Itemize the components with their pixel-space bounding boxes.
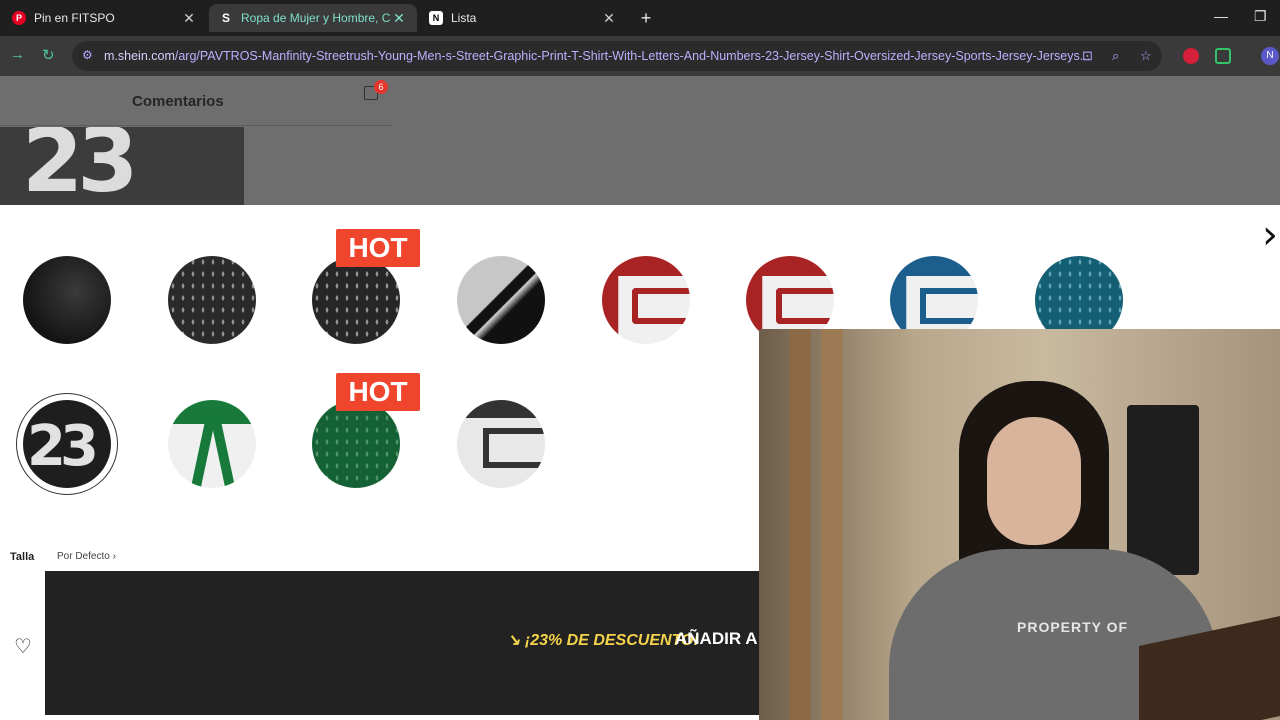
webcam-feed: PROPERTY OF	[759, 329, 1280, 720]
heart-icon[interactable]: ♡	[14, 634, 32, 659]
discount-label: ¡23% DE DESCUENTO!	[524, 632, 699, 649]
swatch-number: 23	[27, 414, 99, 479]
close-icon[interactable]: ✕	[391, 10, 407, 27]
puzzle-icon[interactable]	[1215, 48, 1231, 64]
color-swatch[interactable]	[168, 400, 256, 488]
close-icon[interactable]: ›	[1262, 215, 1278, 255]
address-toolbar: → ↻ ⚙ m.shein.com/arg/PAVTROS-Manfinity-…	[0, 36, 1280, 76]
reload-icon[interactable]: ↻	[42, 46, 55, 64]
add-to-cart-label: AÑADIR A	[675, 629, 758, 648]
url-host: m.shein.com	[104, 49, 175, 63]
restore-icon[interactable]: ❐	[1254, 8, 1267, 25]
size-default-text: Por Defecto	[57, 551, 110, 562]
url-path: /arg/PAVTROS-Manfinity-Streetrush-Young-…	[174, 49, 1091, 63]
tab-shein[interactable]: S Ropa de Mujer y Hombre, Compra Online …	[209, 4, 417, 32]
zoom-icon[interactable]: ⌕	[1112, 48, 1119, 64]
tab-lista[interactable]: N Lista ✕	[419, 4, 627, 32]
new-tab-icon[interactable]: +	[636, 8, 656, 29]
close-icon[interactable]: ✕	[181, 10, 197, 27]
comments-header: Comentarios 6	[0, 76, 392, 126]
size-default-link[interactable]: Por Defecto ›	[57, 551, 116, 562]
minimize-icon[interactable]: —	[1214, 8, 1228, 24]
pinterest-icon: P	[12, 11, 26, 25]
install-app-icon[interactable]: ⊡	[1082, 48, 1093, 64]
comments-title: Comentarios	[132, 93, 224, 110]
color-swatch[interactable]	[23, 256, 111, 344]
extension-icon[interactable]	[1183, 48, 1199, 64]
person-face	[987, 417, 1081, 545]
tab-title: Ropa de Mujer y Hombre, Compra Online | …	[241, 11, 391, 25]
hot-badge: HOT	[336, 373, 420, 411]
shein-icon: S	[221, 11, 230, 25]
color-swatch[interactable]	[312, 400, 400, 488]
hot-badge: HOT	[336, 229, 420, 267]
tab-title: Lista	[451, 11, 477, 25]
url-text: m.shein.com/arg/PAVTROS-Manfinity-Street…	[104, 49, 1104, 63]
speaker	[1127, 405, 1199, 575]
trend-arrow-icon: ↘	[507, 632, 525, 649]
site-info-icon[interactable]: ⚙	[82, 48, 96, 62]
wood-plank	[821, 329, 843, 720]
close-icon[interactable]: ✕	[601, 10, 617, 27]
tab-strip: P Pin en FITSPO ✕ S Ropa de Mujer y Homb…	[0, 0, 1280, 36]
color-swatch[interactable]	[457, 400, 545, 488]
cart-count-badge: 6	[374, 80, 388, 94]
color-swatch[interactable]	[168, 256, 256, 344]
tab-pinterest[interactable]: P Pin en FITSPO ✕	[2, 4, 207, 32]
profile-avatar[interactable]: N	[1261, 47, 1279, 65]
color-swatch[interactable]	[312, 256, 400, 344]
dimmed-product-area[interactable]: Comentarios 6 23	[0, 76, 1280, 205]
wood-plank	[789, 329, 811, 720]
color-swatch[interactable]	[457, 256, 545, 344]
forward-icon[interactable]: →	[10, 46, 25, 63]
color-swatch[interactable]	[602, 256, 690, 344]
product-thumbnail: 23	[0, 127, 244, 205]
size-label: Talla	[10, 551, 35, 563]
thumbnail-number: 23	[22, 127, 138, 205]
color-swatch-selected[interactable]: 23	[23, 400, 111, 488]
discount-text: ↘ ¡23% DE DESCUENTO!	[507, 630, 699, 650]
notion-icon: N	[429, 11, 443, 25]
sweatshirt-print: PROPERTY OF	[1017, 619, 1129, 635]
bookmark-star-icon[interactable]: ☆	[1140, 48, 1152, 64]
tab-title: Pin en FITSPO	[34, 11, 115, 25]
address-bar[interactable]: ⚙ m.shein.com/arg/PAVTROS-Manfinity-Stre…	[72, 41, 1162, 71]
